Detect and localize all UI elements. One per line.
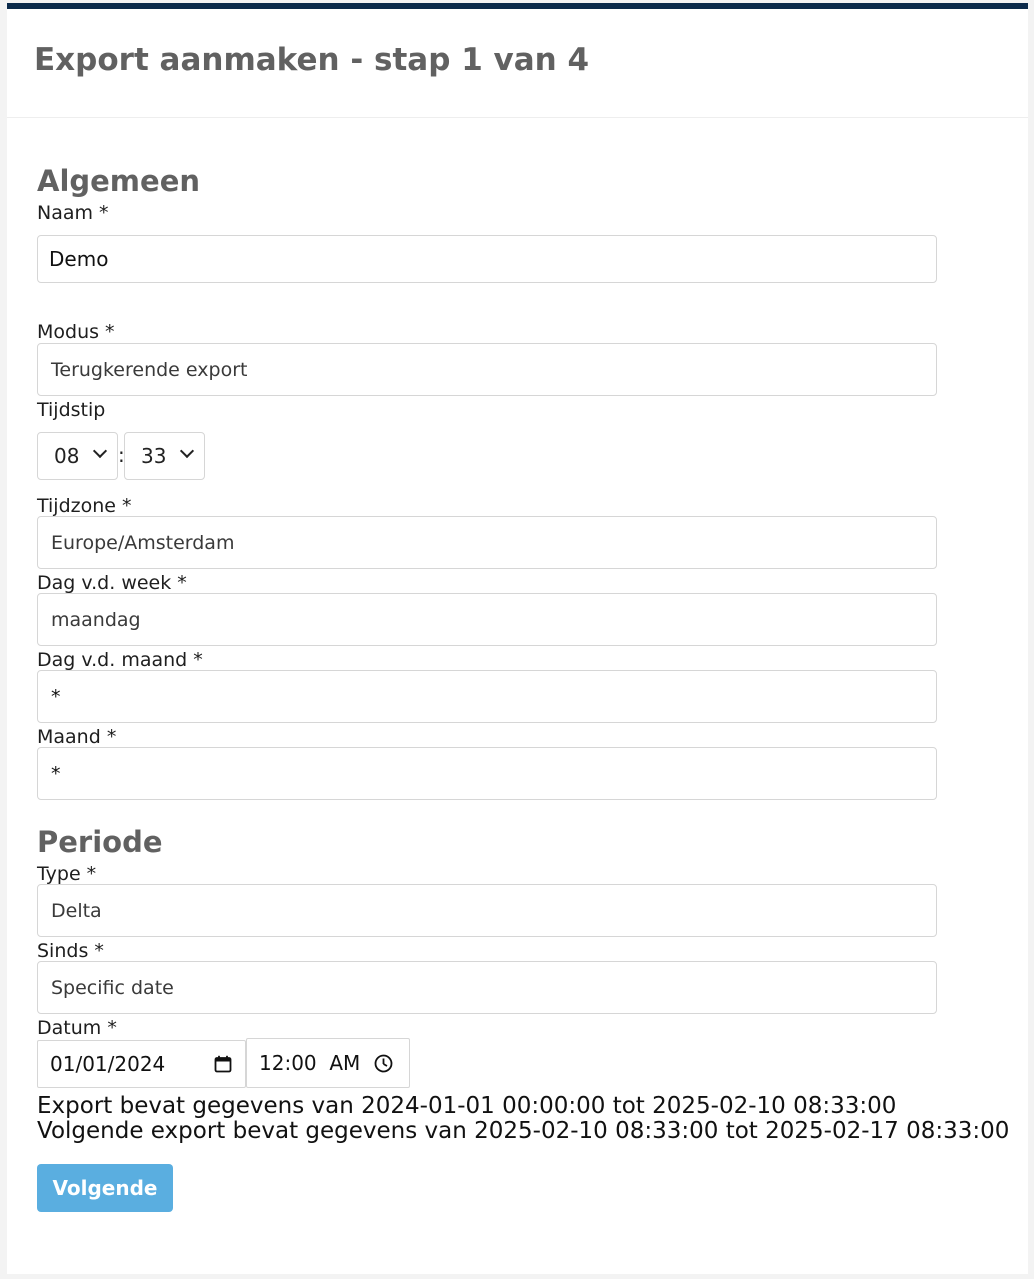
export-range-text: Export bevat gegevens van 2024-01-01 00:… bbox=[37, 1093, 897, 1119]
page-title: Export aanmaken - stap 1 van 4 bbox=[34, 42, 590, 78]
mode-label: Modus * bbox=[37, 321, 115, 343]
clock-icon[interactable] bbox=[374, 1054, 393, 1073]
next-button[interactable]: Volgende bbox=[37, 1164, 173, 1212]
mode-select[interactable]: Terugkerende export bbox=[37, 343, 937, 396]
date-label: Datum * bbox=[37, 1017, 117, 1039]
card-header: Export aanmaken - stap 1 van 4 bbox=[7, 9, 1028, 118]
monthday-select-value: * bbox=[51, 685, 61, 708]
month-select[interactable]: * bbox=[37, 747, 937, 800]
type-label: Type * bbox=[37, 863, 97, 885]
timezone-label: Tijdzone * bbox=[37, 495, 132, 517]
since-select-value: Specific date bbox=[51, 976, 174, 999]
hour-select-value: 08 bbox=[54, 444, 80, 468]
minute-select[interactable]: 33 bbox=[124, 432, 205, 480]
name-input[interactable]: Demo bbox=[37, 235, 937, 283]
month-select-value: * bbox=[51, 762, 61, 785]
time-input-value: 12:00 AM bbox=[259, 1051, 361, 1075]
name-label: Naam * bbox=[37, 202, 109, 224]
time-input[interactable]: 12:00 AM bbox=[246, 1038, 410, 1088]
date-input-value: 01/01/2024 bbox=[50, 1052, 166, 1076]
monthday-label: Dag v.d. maand * bbox=[37, 649, 203, 671]
minute-select-value: 33 bbox=[141, 444, 167, 468]
type-select-value: Delta bbox=[51, 899, 102, 922]
chevron-down-icon bbox=[179, 443, 195, 459]
hour-select[interactable]: 08 bbox=[37, 432, 118, 480]
timezone-select-value: Europe/Amsterdam bbox=[51, 531, 235, 554]
since-select[interactable]: Specific date bbox=[37, 961, 937, 1014]
export-card: Export aanmaken - stap 1 van 4 Algemeen … bbox=[7, 3, 1028, 1274]
time-label: Tijdstip bbox=[37, 399, 106, 421]
section-title-period: Periode bbox=[37, 825, 163, 859]
next-export-range-text: Volgende export bevat gegevens van 2025-… bbox=[37, 1118, 1010, 1144]
weekday-select[interactable]: maandag bbox=[37, 593, 937, 646]
type-select[interactable]: Delta bbox=[37, 884, 937, 937]
mode-select-value: Terugkerende export bbox=[51, 358, 248, 381]
monthday-select[interactable]: * bbox=[37, 670, 937, 723]
date-input[interactable]: 01/01/2024 bbox=[37, 1040, 246, 1088]
month-label: Maand * bbox=[37, 726, 117, 748]
weekday-label: Dag v.d. week * bbox=[37, 572, 187, 594]
chevron-down-icon bbox=[92, 443, 108, 459]
calendar-icon[interactable] bbox=[214, 1055, 232, 1073]
name-input-value: Demo bbox=[49, 247, 109, 271]
since-label: Sinds * bbox=[37, 940, 104, 962]
section-title-general: Algemeen bbox=[37, 164, 201, 198]
weekday-select-value: maandag bbox=[51, 608, 141, 631]
timezone-select[interactable]: Europe/Amsterdam bbox=[37, 516, 937, 569]
